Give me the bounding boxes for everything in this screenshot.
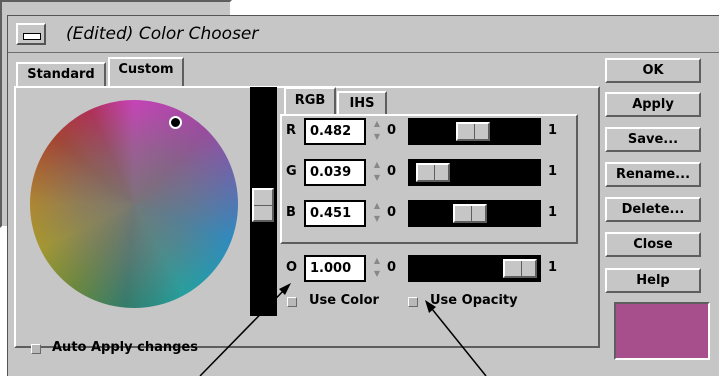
brightness-slider[interactable] <box>250 87 277 316</box>
red-slider[interactable] <box>408 118 541 145</box>
save-button[interactable]: Save... <box>605 127 701 152</box>
ok-button[interactable]: OK <box>605 58 701 83</box>
green-max-label: 1 <box>548 164 558 179</box>
red-spin-arrows-icon[interactable]: ▲ ▼ <box>372 118 384 145</box>
green-slider[interactable] <box>408 159 541 186</box>
auto-apply-label[interactable]: Auto Apply changes <box>52 340 198 355</box>
title-bar: (Edited) Color Chooser <box>8 16 719 53</box>
use-opacity-checkbox[interactable] <box>408 297 418 307</box>
blue-slider[interactable] <box>408 200 541 227</box>
tab-standard[interactable]: Standard <box>16 62 106 86</box>
blue-max-label: 1 <box>548 205 558 220</box>
red-max-label: 1 <box>548 123 558 138</box>
brightness-slider-thumb[interactable] <box>252 188 274 222</box>
close-button[interactable]: Close <box>605 232 701 257</box>
delete-button[interactable]: Delete... <box>605 197 701 222</box>
use-opacity-label[interactable]: Use Opacity <box>430 293 518 308</box>
blue-spin-arrows-icon[interactable]: ▲ ▼ <box>372 200 384 227</box>
red-value-field[interactable]: 0.482 <box>304 118 366 145</box>
red-min-label: 0 <box>387 123 397 138</box>
opacity-slider-thumb[interactable] <box>503 259 537 278</box>
color-wheel[interactable] <box>30 100 238 308</box>
color-swatch <box>614 302 710 360</box>
blue-min-label: 0 <box>387 205 397 220</box>
blue-value-field[interactable]: 0.451 <box>304 200 366 227</box>
green-min-label: 0 <box>387 164 397 179</box>
opacity-spin-arrows-icon[interactable]: ▲ ▼ <box>372 255 384 282</box>
use-color-label[interactable]: Use Color <box>309 293 379 308</box>
blue-slider-thumb[interactable] <box>453 204 488 223</box>
opacity-value-field[interactable]: 1.000 <box>304 255 366 282</box>
window-title: (Edited) Color Chooser <box>66 24 259 44</box>
apply-button[interactable]: Apply <box>605 92 701 117</box>
green-slider-thumb[interactable] <box>415 163 450 182</box>
tab-ihs[interactable]: IHS <box>337 91 387 115</box>
tab-custom[interactable]: Custom <box>108 57 184 87</box>
help-button[interactable]: Help <box>605 268 701 293</box>
rename-button[interactable]: Rename... <box>605 162 701 187</box>
channel-letter-g: G <box>286 164 297 179</box>
channel-letter-b: B <box>286 205 296 220</box>
wheel-selection-marker[interactable] <box>169 116 182 129</box>
green-spin-arrows-icon[interactable]: ▲ ▼ <box>372 159 384 186</box>
opacity-max-label: 1 <box>548 260 558 275</box>
opacity-letter: O <box>286 260 298 275</box>
auto-apply-checkbox[interactable] <box>31 344 41 354</box>
red-slider-thumb[interactable] <box>455 122 490 141</box>
tab-rgb[interactable]: RGB <box>284 87 336 115</box>
green-value-field[interactable]: 0.039 <box>304 159 366 186</box>
channel-letter-r: R <box>286 123 297 138</box>
opacity-slider[interactable] <box>408 255 541 282</box>
window-menu-icon[interactable] <box>16 23 46 45</box>
use-color-checkbox[interactable] <box>287 297 297 307</box>
opacity-min-label: 0 <box>387 260 397 275</box>
